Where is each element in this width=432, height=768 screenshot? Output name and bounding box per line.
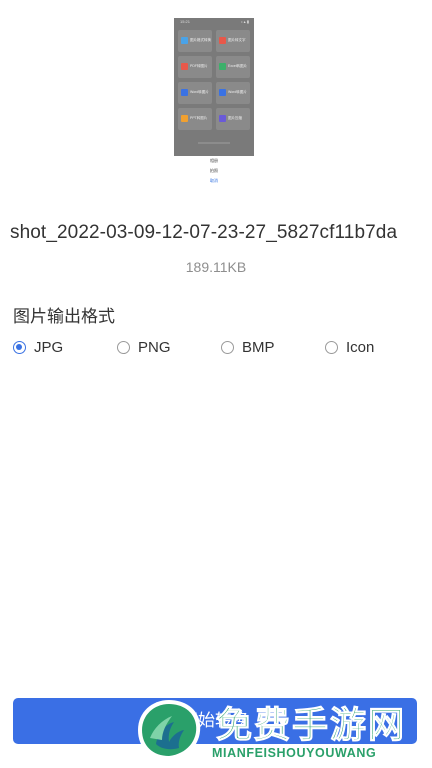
preview-tile-label: 图片压缩	[228, 116, 242, 120]
format-option-png[interactable]: PNG	[117, 336, 171, 358]
preview-tile: Word转图片	[178, 82, 212, 104]
radio-unchecked-icon[interactable]	[117, 340, 130, 354]
format-option-label: JPG	[34, 338, 64, 356]
file-size: 189.11KB	[185, 259, 247, 275]
preview-tile-label: 图片转文字	[228, 38, 246, 42]
format-option-label: Icon	[346, 338, 375, 356]
preview-tile: 图片转文字	[216, 30, 250, 52]
preview-tile-icon	[219, 89, 226, 96]
format-option-bmp[interactable]: BMP	[221, 336, 275, 358]
preview-tile: 图片压缩	[216, 108, 250, 130]
watermark-en-text: MIANFEISHOUYOUWANG	[212, 746, 377, 760]
preview-tile-icon	[181, 89, 188, 96]
preview-tile-grid: 图片格式转换 图片转文字 PDF转图片 Excel转图片 Word转图片 Wor…	[178, 30, 250, 130]
preview-tile-label: Word转图片	[190, 90, 209, 94]
site-watermark: 免费手游网 MIANFEISHOUYOUWANG	[136, 694, 432, 768]
preview-tile: 图片格式转换	[178, 30, 212, 52]
watermark-logo-icon	[138, 700, 201, 760]
preview-tile-icon	[181, 63, 188, 70]
preview-tile-icon	[181, 115, 188, 122]
format-option-label: BMP	[242, 338, 275, 356]
preview-sheet-cancel: 取消	[210, 178, 218, 183]
preview-tile-label: PDF转图片	[190, 64, 208, 68]
preview-tile-label: Excel转图片	[228, 64, 248, 68]
preview-tile-label: 图片格式转换	[190, 38, 211, 42]
preview-sheet-camera: 拍照	[210, 168, 218, 173]
format-option-label: PNG	[138, 338, 171, 356]
preview-action-sheet: 相册 拍照 取消	[174, 156, 254, 186]
radio-unchecked-icon[interactable]	[325, 340, 338, 354]
preview-tile-icon	[219, 37, 226, 44]
preview-tile-icon	[181, 37, 188, 44]
preview-divider	[198, 142, 230, 144]
preview-status-icons: • ▴ ▮	[241, 19, 249, 24]
format-option-icon[interactable]: Icon	[325, 336, 374, 358]
preview-tile-label: Word转图片	[228, 90, 247, 94]
preview-tile: Excel转图片	[216, 56, 250, 78]
preview-tile-icon	[219, 115, 226, 122]
preview-status-time: 15:21	[180, 19, 191, 24]
preview-screen: 15:21 • ▴ ▮ 图片格式转换 图片转文字 PDF转图片 Excel转图片…	[174, 18, 254, 156]
format-radio-group: JPG PNG BMP Icon	[0, 336, 432, 358]
radio-checked-icon[interactable]	[13, 340, 26, 354]
file-name: shot_2022-03-09-12-07-23-27_5827cf11b7da	[10, 222, 398, 243]
radio-unchecked-icon[interactable]	[221, 340, 234, 354]
preview-tile: PDF转图片	[178, 56, 212, 78]
image-preview: 15:21 • ▴ ▮ 图片格式转换 图片转文字 PDF转图片 Excel转图片…	[174, 18, 254, 186]
output-format-title: 图片输出格式	[13, 307, 115, 326]
preview-tile: Word转图片	[216, 82, 250, 104]
watermark-cn-text: 免费手游网	[215, 704, 407, 746]
format-option-jpg[interactable]: JPG	[13, 336, 63, 358]
preview-tile-label: PPT转图片	[190, 116, 208, 120]
preview-sheet-album: 相册	[210, 158, 218, 163]
preview-status-bar: 15:21 • ▴ ▮	[174, 18, 254, 26]
preview-tile-icon	[219, 63, 226, 70]
preview-tile: PPT转图片	[178, 108, 212, 130]
